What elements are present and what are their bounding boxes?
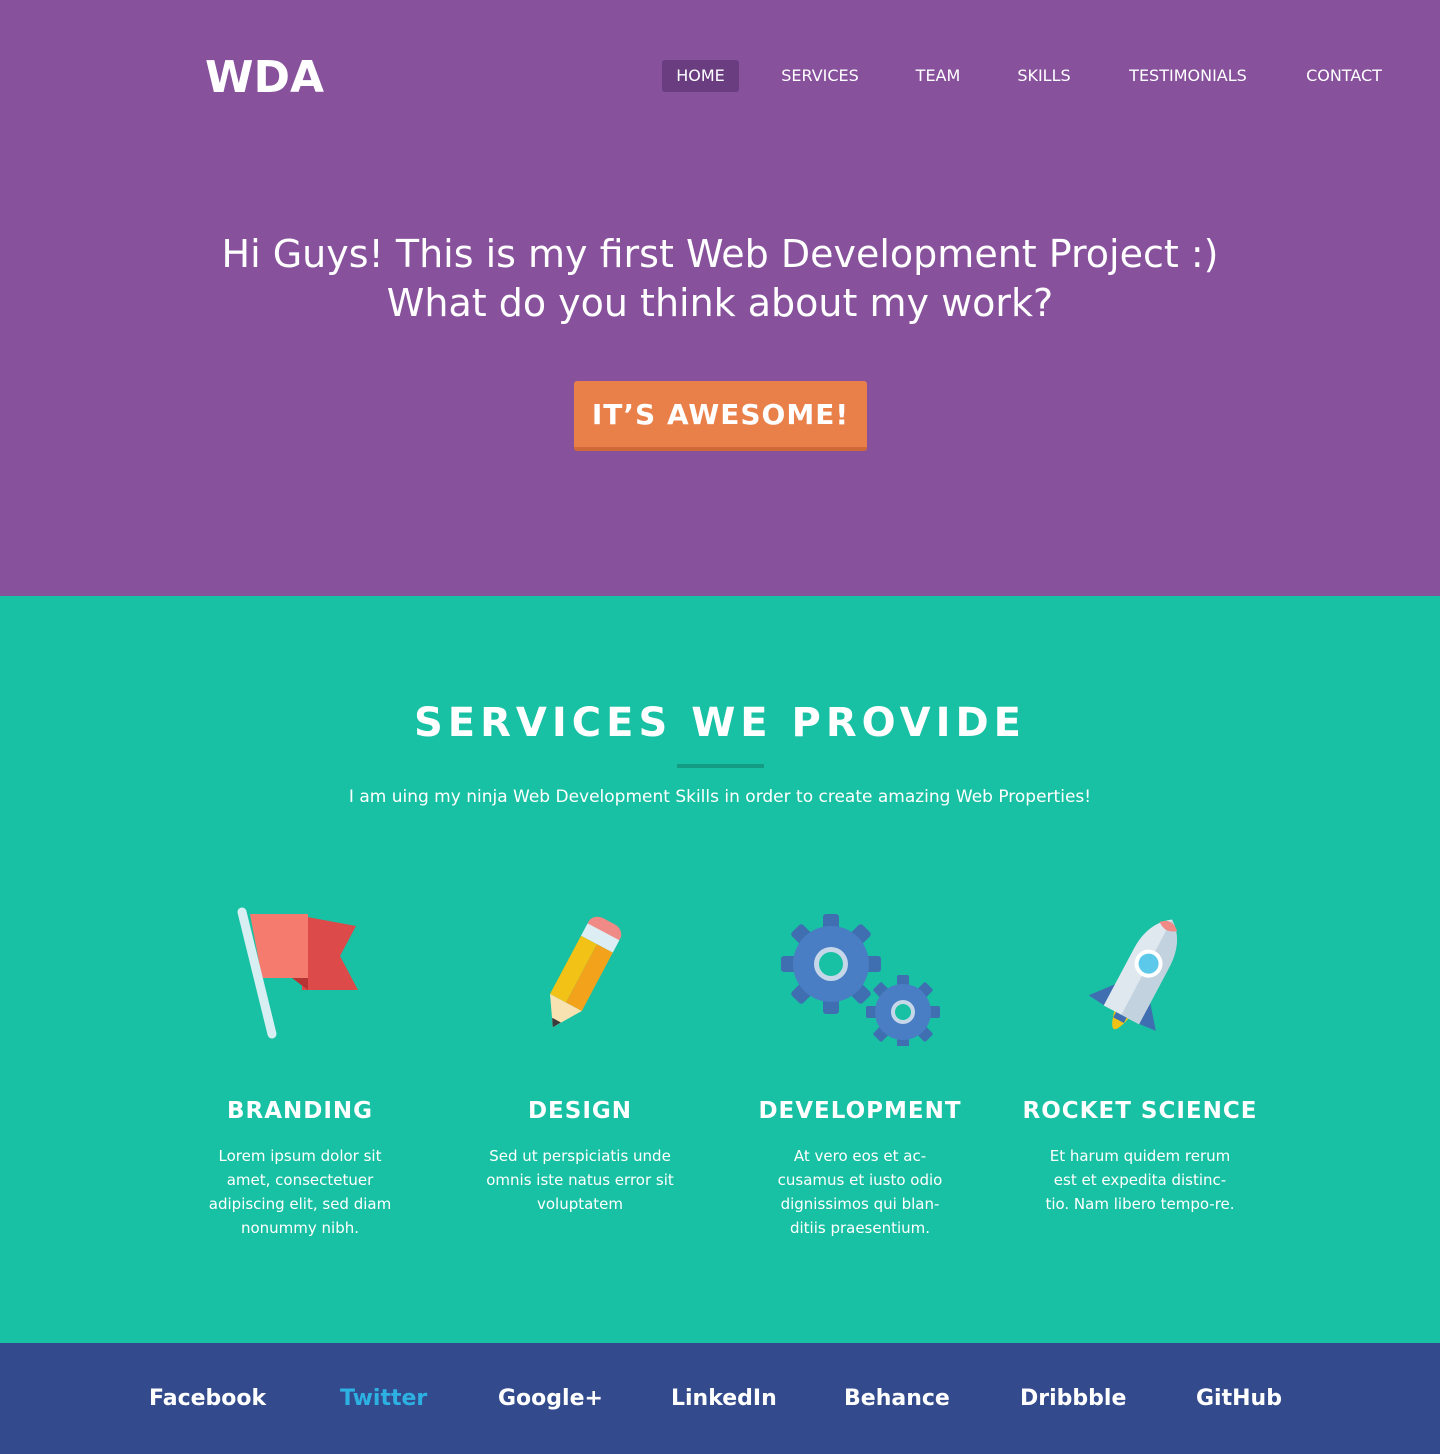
- nav-team[interactable]: TEAM: [906, 60, 970, 92]
- social-link-googleplus[interactable]: Google+: [498, 1383, 603, 1415]
- services-title: SERVICES WE PROVIDE: [414, 700, 1026, 746]
- gears-icon: [781, 914, 940, 1046]
- service-name: ROCKET SCIENCE: [1022, 1098, 1258, 1124]
- service-description: Sed ut perspiciatis unde omnis iste natu…: [486, 1147, 674, 1213]
- service-rocket-science: ROCKET SCIENCE Et harum quidem rerum est…: [1010, 906, 1270, 1213]
- hero-line-1: Hi Guys! This is my first Web Developmen…: [221, 232, 1219, 276]
- hero-section: WDA HOME SERVICES TEAM SKILLS TESTIMONIA…: [0, 0, 1440, 596]
- service-branding: BRANDING Lorem ipsum dolor sit amet, con…: [170, 906, 430, 1237]
- nav-contact[interactable]: CONTACT: [1296, 60, 1392, 92]
- nav-testimonials[interactable]: TESTIMONIALS: [1118, 60, 1258, 92]
- social-link-github[interactable]: GitHub: [1196, 1383, 1282, 1415]
- service-description: At vero eos et ac-cusamus et iusto odio …: [777, 1147, 943, 1237]
- services-section: SERVICES WE PROVIDE I am uing my ninja W…: [0, 596, 1440, 1343]
- title-divider: [677, 764, 764, 768]
- social-link-facebook[interactable]: Facebook: [149, 1383, 266, 1415]
- hero-line-2: What do you think about my work?: [386, 281, 1054, 325]
- nav-home[interactable]: HOME: [662, 60, 739, 92]
- service-description: Lorem ipsum dolor sit amet, consectetuer…: [208, 1147, 392, 1237]
- service-description: Et harum quidem rerum est et expedita di…: [1045, 1147, 1235, 1213]
- flag-icon: [237, 907, 358, 1039]
- main-nav: HOME SERVICES TEAM SKILLS TESTIMONIALS C…: [0, 60, 1440, 92]
- rocket-icon: [1088, 919, 1178, 1031]
- social-link-linkedin[interactable]: LinkedIn: [671, 1383, 777, 1415]
- service-development: DEVELOPMENT At vero eos et ac-cusamus et…: [730, 906, 990, 1237]
- service-name: DESIGN: [527, 1098, 633, 1124]
- social-link-twitter[interactable]: Twitter: [340, 1383, 427, 1415]
- service-design: DESIGN Sed ut perspiciatis unde omnis is…: [450, 906, 710, 1213]
- pencil-icon: [550, 916, 622, 1028]
- nav-skills[interactable]: SKILLS: [1008, 60, 1080, 92]
- social-link-dribbble[interactable]: Dribbble: [1020, 1383, 1126, 1415]
- social-link-behance[interactable]: Behance: [844, 1383, 950, 1415]
- its-awesome-button[interactable]: IT’S AWESOME!: [574, 381, 867, 451]
- service-name: DEVELOPMENT: [758, 1098, 962, 1124]
- service-name: BRANDING: [226, 1098, 374, 1124]
- services-subtitle: I am uing my ninja Web Development Skill…: [348, 787, 1092, 807]
- social-footer: Facebook Twitter Google+ LinkedIn Behanc…: [0, 1343, 1440, 1454]
- hero-heading: Hi Guys! This is my first Web Developmen…: [0, 230, 1440, 328]
- nav-services[interactable]: SERVICES: [772, 60, 868, 92]
